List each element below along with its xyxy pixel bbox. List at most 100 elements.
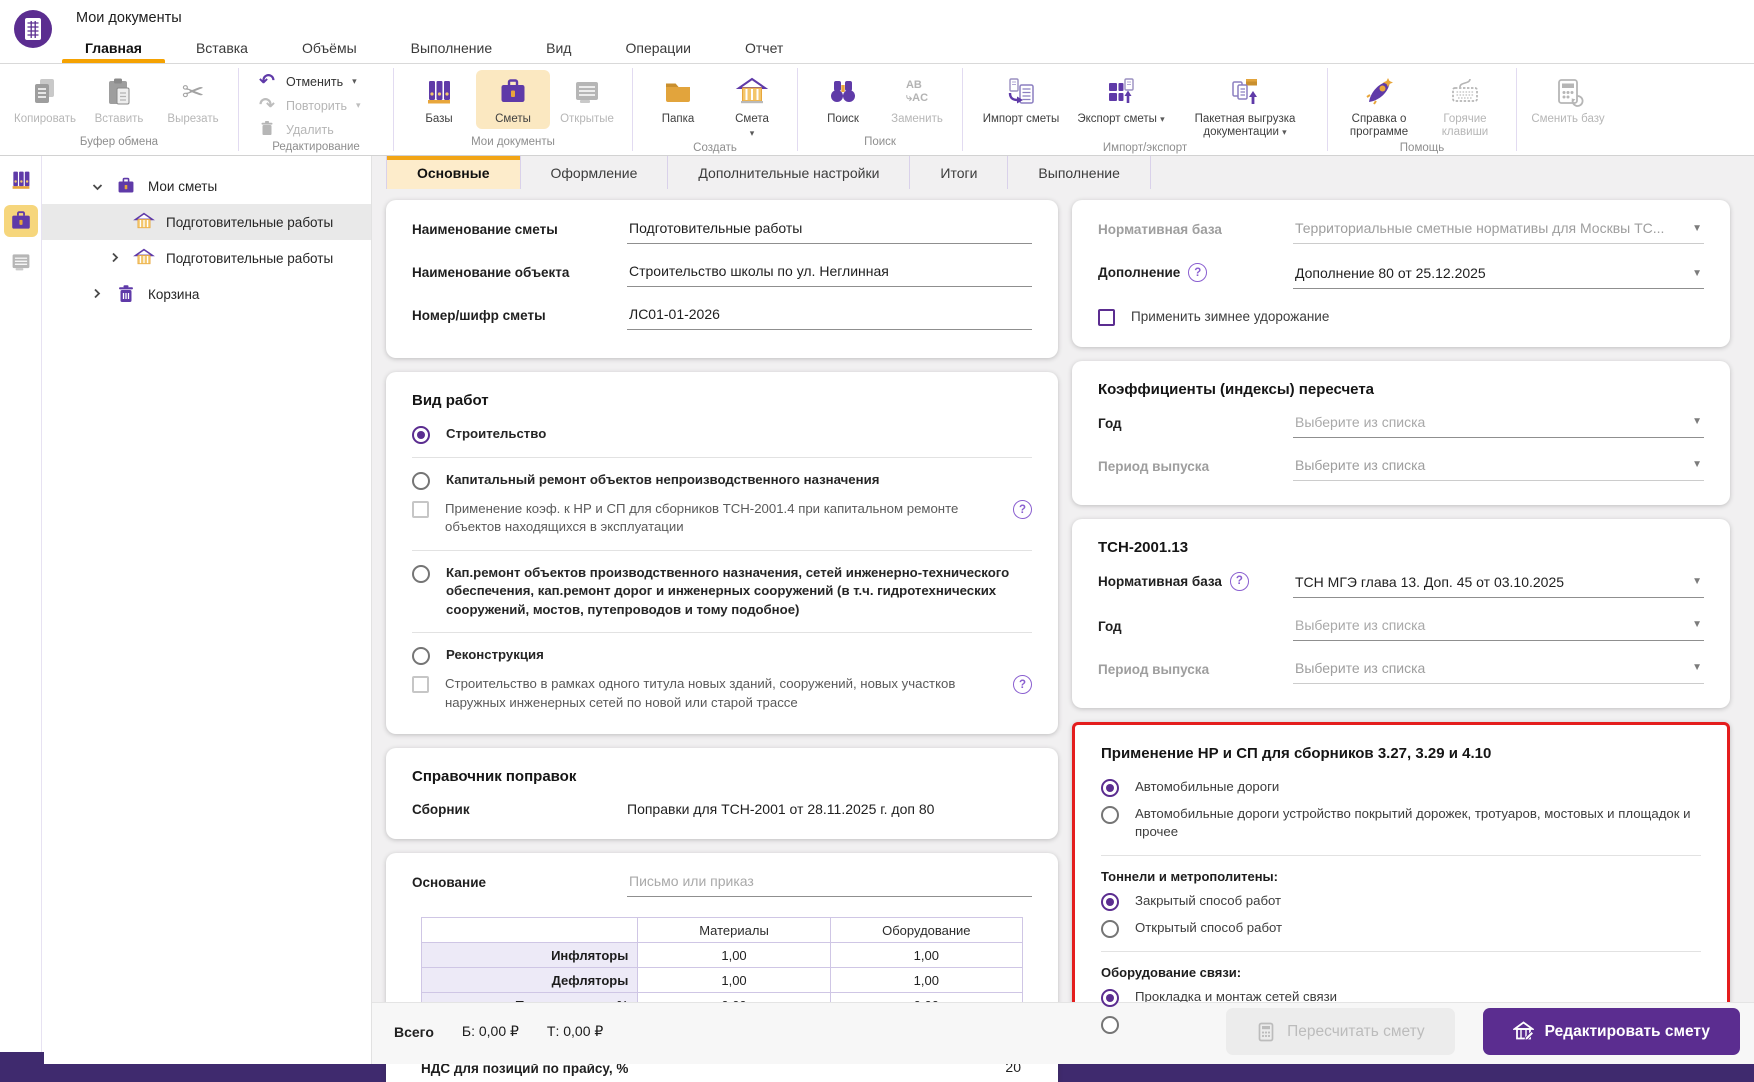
batch-export-button[interactable]: Пакетная выгрузка документации ▾ (1171, 70, 1319, 142)
current-total-value: Т: 0,00 ₽ (546, 1023, 604, 1039)
opened-docs-icon (570, 73, 604, 111)
bases-button[interactable]: Базы (402, 70, 476, 129)
totals-footer: Всего Б: 0,00 ₽ Т: 0,00 ₽ Пересчитать см… (372, 1002, 1754, 1064)
nr-sp-option-roads[interactable]: Автомобильные дороги (1101, 778, 1701, 797)
chevron-down-icon: ▼ (1692, 619, 1702, 631)
supplement-dropdown[interactable]: Дополнение 80 от 25.12.2025 ▼ (1293, 265, 1704, 289)
basis-input[interactable]: Письмо или приказ (627, 873, 1032, 898)
tree-item-estimate-selected[interactable]: Подготовительные работы (42, 204, 371, 240)
collection-value[interactable]: Поправки для ТСН-2001 от 28.11.2025 г. д… (627, 801, 1032, 817)
tree-item-estimate[interactable]: Подготовительные работы (42, 240, 371, 276)
work-type-option-construction[interactable]: Строительство (412, 425, 1032, 444)
undo-button[interactable]: ↶ Отменить ▾ (257, 72, 375, 91)
cell-value[interactable]: 1,00 (637, 942, 831, 969)
radio-icon[interactable] (412, 426, 430, 444)
estimates-button[interactable]: Сметы (476, 70, 550, 130)
tunnels-option-open[interactable]: Открытый способ работ (1101, 919, 1701, 938)
tsn13-year-dropdown[interactable]: Выберите из списка ▼ (1293, 617, 1704, 641)
undo-dropdown-caret[interactable]: ▾ (352, 76, 357, 87)
ribbon-tab-execution[interactable]: Выполнение (384, 33, 519, 63)
edit-estimate-button[interactable]: Редактировать смету (1482, 1008, 1740, 1055)
rail-estimates-button[interactable] (3, 205, 38, 237)
tab-additional-settings[interactable]: Дополнительные настройки (668, 156, 911, 189)
checkbox-icon[interactable] (1098, 309, 1115, 326)
help-icon[interactable]: ? (1013, 500, 1032, 519)
redo-dropdown-caret[interactable]: ▾ (356, 100, 361, 111)
radio-icon[interactable] (1101, 988, 1119, 1007)
work-type-option-capital-repair[interactable]: Капитальный ремонт объектов непроизводст… (412, 471, 1032, 490)
help-icon[interactable]: ? (1229, 571, 1249, 591)
chevron-down-icon[interactable] (90, 179, 104, 194)
divider (412, 457, 1032, 458)
radio-icon[interactable] (1101, 805, 1119, 824)
ribbon-tab-operations[interactable]: Операции (598, 33, 718, 63)
cut-button[interactable]: ✂ Вырезать (156, 70, 230, 129)
new-estimate-dropdown-caret[interactable]: ▾ (750, 128, 755, 139)
cell-value[interactable]: 1,00 (829, 967, 1024, 994)
tsn13-period-dropdown[interactable]: Выберите из списка ▼ (1293, 660, 1704, 684)
export-estimate-button[interactable]: Экспорт сметы ▾ (1071, 70, 1171, 129)
norm-base-dropdown[interactable]: Территориальные сметные нормативы для Мо… (1293, 220, 1704, 244)
estimate-number-input[interactable]: ЛС01-01-2026 (627, 306, 1032, 330)
tunnels-option-closed[interactable]: Закрытый способ работ (1101, 892, 1701, 911)
delete-button[interactable]: Удалить (257, 120, 375, 139)
cell-value[interactable]: 1,00 (829, 942, 1024, 969)
chevron-right-icon[interactable] (108, 251, 122, 266)
help-icon[interactable]: ? (1013, 675, 1032, 695)
tsn13-base-dropdown[interactable]: ТСН МГЭ глава 13. Доп. 45 от 03.10.2025 … (1293, 574, 1704, 598)
redo-button[interactable]: ↷ Повторить ▾ (257, 96, 375, 115)
export-dropdown-caret[interactable]: ▾ (1160, 114, 1165, 124)
tab-totals[interactable]: Итоги (910, 156, 1009, 189)
ribbon-tab-report[interactable]: Отчет (718, 33, 810, 63)
checkbox-icon[interactable] (412, 676, 429, 694)
nr-sp-option-roads-surfacing[interactable]: Автомобильные дороги устройство покрытий… (1101, 805, 1701, 842)
import-estimate-button[interactable]: Импорт сметы (971, 70, 1071, 129)
radio-icon[interactable] (412, 472, 430, 490)
radio-icon[interactable] (412, 647, 430, 666)
checkbox-icon[interactable] (412, 501, 429, 518)
chevron-right-icon[interactable] (90, 287, 104, 302)
search-button[interactable]: Поиск (806, 70, 880, 129)
estimate-name-input[interactable]: Подготовительные работы (627, 220, 1032, 244)
work-type-suboption-nr-sp[interactable]: Применение коэф. к НР и СП для сборников… (412, 500, 1032, 537)
radio-icon[interactable] (1101, 919, 1119, 938)
period-dropdown[interactable]: Выберите из списка ▼ (1293, 457, 1704, 481)
radio-icon[interactable] (1101, 778, 1119, 797)
tree-item-recycle-bin[interactable]: Корзина (42, 276, 371, 312)
rail-opened-button[interactable] (4, 246, 38, 278)
ribbon-tab-main[interactable]: Главная (58, 33, 169, 63)
window-title: Мои документы (76, 10, 182, 26)
batch-export-dropdown-caret[interactable]: ▾ (1282, 127, 1287, 137)
about-button[interactable]: Справка о программе (1336, 70, 1422, 142)
copy-button[interactable]: Копировать (8, 70, 82, 129)
tree-item-my-estimates[interactable]: Мои сметы (42, 168, 371, 204)
tab-formatting[interactable]: Оформление (521, 156, 669, 189)
winter-cost-checkbox-row[interactable]: Применить зимнее удорожание (1098, 308, 1704, 327)
year-dropdown[interactable]: Выберите из списка ▼ (1293, 414, 1704, 438)
rail-bases-button[interactable] (4, 164, 38, 196)
help-icon[interactable]: ? (1188, 263, 1208, 282)
cell-value[interactable]: 1,00 (637, 967, 831, 994)
work-type-suboption-single-title[interactable]: Строительство в рамках одного титула нов… (412, 675, 1032, 712)
work-type-option-industrial-repair[interactable]: Кап.ремонт объектов производственного на… (412, 564, 1032, 619)
recalculate-estimate-button[interactable]: Пересчитать смету (1226, 1008, 1455, 1055)
work-type-option-reconstruction[interactable]: Реконструкция (412, 646, 1032, 666)
ribbon-tab-insert[interactable]: Вставка (169, 33, 275, 63)
opened-button[interactable]: Открытые (550, 70, 624, 129)
replace-button[interactable]: AB ⤷AC Заменить (880, 70, 954, 129)
hotkeys-button[interactable]: Горячие клавиши (1422, 70, 1508, 142)
new-folder-button[interactable]: Папка (641, 70, 715, 129)
change-base-button[interactable]: Сменить базу (1525, 70, 1611, 129)
tab-main-settings[interactable]: Основные (386, 156, 521, 189)
ribbon-tab-view[interactable]: Вид (519, 33, 598, 63)
radio-icon[interactable] (1101, 892, 1119, 911)
paste-button[interactable]: Вставить (82, 70, 156, 129)
object-name-input[interactable]: Строительство школы по ул. Неглинная (627, 263, 1032, 287)
ribbon-tab-volumes[interactable]: Объёмы (275, 33, 384, 63)
chevron-down-icon: ▼ (1692, 576, 1702, 588)
work-type-card: Вид работ Строительство Капитальный ремо… (386, 372, 1058, 735)
tab-execution[interactable]: Выполнение (1008, 156, 1151, 189)
new-estimate-button[interactable]: Смета ▾ (715, 70, 789, 142)
radio-icon[interactable] (412, 564, 430, 583)
radio-icon[interactable] (1101, 1015, 1119, 1034)
